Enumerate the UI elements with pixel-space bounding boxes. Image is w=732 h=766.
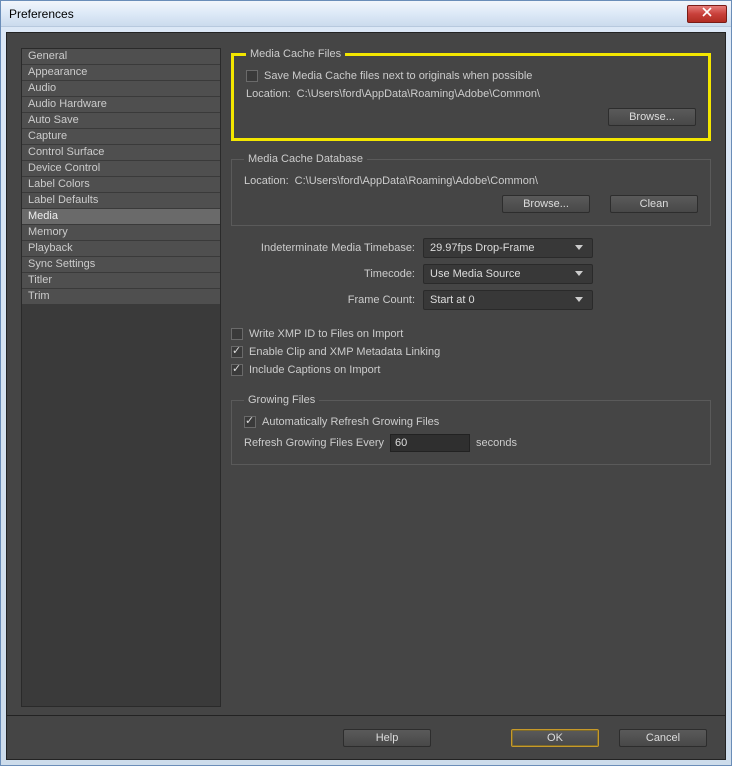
sidebar-item-capture[interactable]: Capture (22, 129, 220, 145)
cache-location-value: C:\Users\ford\AppData\Roaming\Adobe\Comm… (297, 88, 540, 100)
auto-refresh-growing-label: Automatically Refresh Growing Files (262, 416, 439, 428)
enable-clip-linking-checkbox[interactable] (231, 346, 243, 358)
db-location-value: C:\Users\ford\AppData\Roaming\Adobe\Comm… (295, 175, 538, 187)
media-cache-database-legend: Media Cache Database (244, 153, 367, 165)
sidebar-item-audio[interactable]: Audio (22, 81, 220, 97)
seconds-label: seconds (476, 437, 517, 449)
sidebar-item-memory[interactable]: Memory (22, 225, 220, 241)
growing-files-group: Growing Files Automatically Refresh Grow… (231, 394, 711, 465)
media-cache-database-group: Media Cache Database Location: C:\Users\… (231, 153, 711, 226)
close-button[interactable] (687, 5, 727, 23)
sidebar-item-playback[interactable]: Playback (22, 241, 220, 257)
import-options-section: Write XMP ID to Files on Import Enable C… (231, 328, 711, 382)
db-clean-button[interactable]: Clean (610, 195, 698, 213)
media-cache-files-legend: Media Cache Files (246, 48, 345, 60)
framecount-select[interactable]: Start at 0 (423, 290, 593, 310)
dialog-footer: Help OK Cancel (6, 716, 726, 760)
sidebar-item-media[interactable]: Media (22, 209, 220, 225)
db-browse-button[interactable]: Browse... (502, 195, 590, 213)
save-next-to-originals-label: Save Media Cache files next to originals… (264, 70, 532, 82)
sidebar-item-device-control[interactable]: Device Control (22, 161, 220, 177)
write-xmp-id-label: Write XMP ID to Files on Import (249, 328, 403, 340)
include-captions-checkbox[interactable] (231, 364, 243, 376)
help-button[interactable]: Help (343, 729, 431, 747)
indeterminate-timebase-label: Indeterminate Media Timebase: (231, 242, 415, 254)
refresh-every-label: Refresh Growing Files Every (244, 437, 384, 449)
indeterminate-timebase-select[interactable]: 29.97fps Drop-Frame (423, 238, 593, 258)
sidebar-item-control-surface[interactable]: Control Surface (22, 145, 220, 161)
close-icon (702, 7, 712, 20)
save-next-to-originals-checkbox[interactable] (246, 70, 258, 82)
include-captions-label: Include Captions on Import (249, 364, 380, 376)
timecode-select[interactable]: Use Media Source (423, 264, 593, 284)
write-xmp-id-checkbox[interactable] (231, 328, 243, 340)
framecount-label: Frame Count: (231, 294, 415, 306)
content-area: GeneralAppearanceAudioAudio HardwareAuto… (6, 32, 726, 716)
sidebar-item-trim[interactable]: Trim (22, 289, 220, 305)
sidebar-item-label-colors[interactable]: Label Colors (22, 177, 220, 193)
sidebar-item-appearance[interactable]: Appearance (22, 65, 220, 81)
cancel-button[interactable]: Cancel (619, 729, 707, 747)
sidebar-item-label-defaults[interactable]: Label Defaults (22, 193, 220, 209)
chevron-down-icon (572, 267, 586, 281)
ok-button[interactable]: OK (511, 729, 599, 747)
indeterminate-timebase-value: 29.97fps Drop-Frame (430, 242, 535, 254)
framecount-value: Start at 0 (430, 294, 475, 306)
cache-location-label: Location: (246, 88, 291, 100)
media-cache-files-group: Media Cache Files Save Media Cache files… (231, 48, 711, 141)
timecode-value: Use Media Source (430, 268, 521, 280)
timebase-section: Indeterminate Media Timebase: 29.97fps D… (231, 238, 711, 316)
sidebar-item-general[interactable]: General (22, 49, 220, 65)
sidebar-item-auto-save[interactable]: Auto Save (22, 113, 220, 129)
db-location-label: Location: (244, 175, 289, 187)
window-title: Preferences (9, 7, 687, 21)
chevron-down-icon (572, 293, 586, 307)
refresh-every-input[interactable]: 60 (390, 434, 470, 452)
sidebar-item-sync-settings[interactable]: Sync Settings (22, 257, 220, 273)
cache-browse-button[interactable]: Browse... (608, 108, 696, 126)
preferences-window: Preferences GeneralAppearanceAudioAudio … (0, 0, 732, 766)
chevron-down-icon (572, 241, 586, 255)
enable-clip-linking-label: Enable Clip and XMP Metadata Linking (249, 346, 440, 358)
auto-refresh-growing-checkbox[interactable] (244, 416, 256, 428)
sidebar-item-titler[interactable]: Titler (22, 273, 220, 289)
timecode-label: Timecode: (231, 268, 415, 280)
settings-panel: Media Cache Files Save Media Cache files… (231, 48, 711, 707)
category-sidebar: GeneralAppearanceAudioAudio HardwareAuto… (21, 48, 221, 707)
titlebar: Preferences (1, 1, 731, 27)
sidebar-item-audio-hardware[interactable]: Audio Hardware (22, 97, 220, 113)
growing-files-legend: Growing Files (244, 394, 319, 406)
